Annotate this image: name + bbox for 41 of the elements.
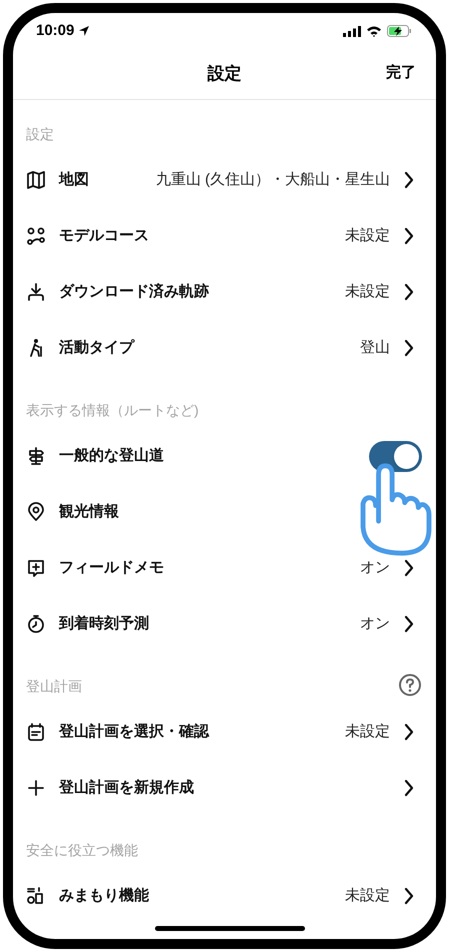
toggle-switch[interactable]: [369, 440, 422, 472]
section-header: 登山計画: [26, 677, 82, 696]
row-label[interactable]: 地図: [59, 168, 89, 192]
row-value: 登山: [360, 338, 390, 358]
section-header: 安全に役立つ機能: [26, 841, 138, 860]
map-pin-icon: [26, 502, 46, 522]
status-time: 10:09: [36, 20, 74, 41]
download-tray-icon: [26, 282, 46, 302]
plus-icon: [26, 778, 46, 798]
done-button[interactable]: 完了: [386, 62, 416, 84]
section-header: 設定: [26, 125, 54, 144]
row-value: 九重山 (久住山）・大船山・星生山: [156, 170, 390, 190]
row-label[interactable]: みまもり機能: [59, 884, 149, 908]
signal-icon: [343, 26, 361, 36]
screen-title: 設定: [208, 63, 242, 86]
row-value: オン: [360, 558, 390, 578]
help-icon[interactable]: [398, 673, 422, 697]
signpost-icon: [26, 446, 46, 466]
note-plus-icon: [26, 558, 46, 578]
stopwatch-icon: [26, 614, 46, 634]
row-value: オン: [360, 614, 390, 634]
row-label[interactable]: 登山計画を選択・確認: [59, 720, 209, 744]
section-header: 表示する情報（ルートなど): [26, 401, 199, 420]
row-label[interactable]: 観光情報: [59, 500, 119, 524]
map-icon: [26, 170, 46, 190]
row-label[interactable]: モデルコース: [59, 224, 149, 248]
wifi-icon: [366, 25, 382, 37]
row-value: 未設定: [345, 886, 390, 906]
row-value: 未設定: [345, 282, 390, 302]
row-label[interactable]: ダウンロード済み軌跡: [59, 280, 209, 304]
battery-charging-icon: [387, 25, 412, 37]
row-label[interactable]: 登山計画を新規作成: [59, 776, 194, 800]
row-label[interactable]: フィールドメモ: [59, 556, 164, 580]
location-arrow-icon: [78, 25, 90, 37]
row-value: 未設定: [345, 722, 390, 742]
row-value: 未設定: [345, 226, 390, 246]
calendar-icon: [26, 722, 46, 742]
route-pins-icon: [26, 226, 46, 246]
row-label[interactable]: 一般的な登山道: [59, 444, 164, 468]
row-label[interactable]: 活動タイプ: [59, 336, 134, 360]
row-label[interactable]: 到着時刻予測: [59, 612, 149, 636]
